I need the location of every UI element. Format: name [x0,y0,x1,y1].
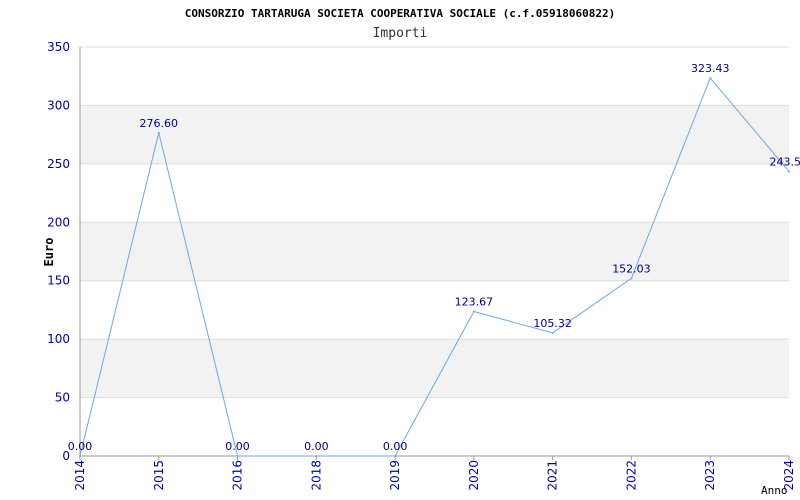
band [80,339,789,398]
data-point [315,455,318,457]
band [80,280,789,340]
y-tick-label: 200 [47,215,70,229]
y-tick-label: 100 [47,332,70,346]
x-tick-label: 2021 [546,460,560,491]
data-point [551,331,554,334]
data-point [472,310,475,313]
data-label: 0.00 [304,440,329,453]
chart-svg: CONSORZIO TARTARUGA SOCIETA COOPERATIVA … [42,7,800,497]
background-bands [80,47,789,456]
y-tick-label: 350 [47,40,70,54]
band [80,397,789,456]
y-tick-label: 250 [47,157,70,171]
data-point [630,277,633,280]
data-point [394,455,397,457]
band [80,222,789,281]
data-point [709,77,712,80]
data-label: 276.60 [140,117,179,130]
band [80,47,789,106]
data-label: 123.67 [455,295,494,308]
x-tick-label: 2023 [703,460,717,491]
x-tick-label: 2022 [624,460,638,491]
x-tick-label: 2015 [152,460,166,491]
y-tick-label: 150 [47,274,70,288]
data-label: 243.5 [770,155,800,168]
data-point [79,455,81,457]
data-label: 0.00 [383,440,408,453]
band [80,163,789,223]
chart-title: CONSORZIO TARTARUGA SOCIETA COOPERATIVA … [185,7,615,20]
y-tick-label: 50 [55,391,70,405]
chart-subtitle: Importi [373,26,428,41]
y-tick-label: 300 [47,98,70,112]
chart: CONSORZIO TARTARUGA SOCIETA COOPERATIVA … [0,0,800,500]
x-tick-label: 2018 [309,460,323,491]
x-tick-label: 2016 [231,460,245,491]
y-axis-label: Euro [42,238,56,267]
data-label: 0.00 [225,440,250,453]
x-tick-label: 2020 [467,460,481,491]
data-label: 323.43 [691,62,730,75]
data-point [236,455,239,457]
x-tick-labels: 2014 2015 2016 2018 2019 2020 2021 2022 2023 2024 [73,456,796,491]
x-axis-label: Anno [761,484,788,497]
data-point [157,131,160,134]
x-tick-label: 2014 [73,460,87,491]
band [80,105,789,164]
data-label: 152.03 [612,262,651,275]
data-label: 105.32 [533,317,572,330]
data-label: 0.00 [68,440,93,453]
data-point [788,170,790,173]
x-tick-label: 2019 [388,460,402,491]
